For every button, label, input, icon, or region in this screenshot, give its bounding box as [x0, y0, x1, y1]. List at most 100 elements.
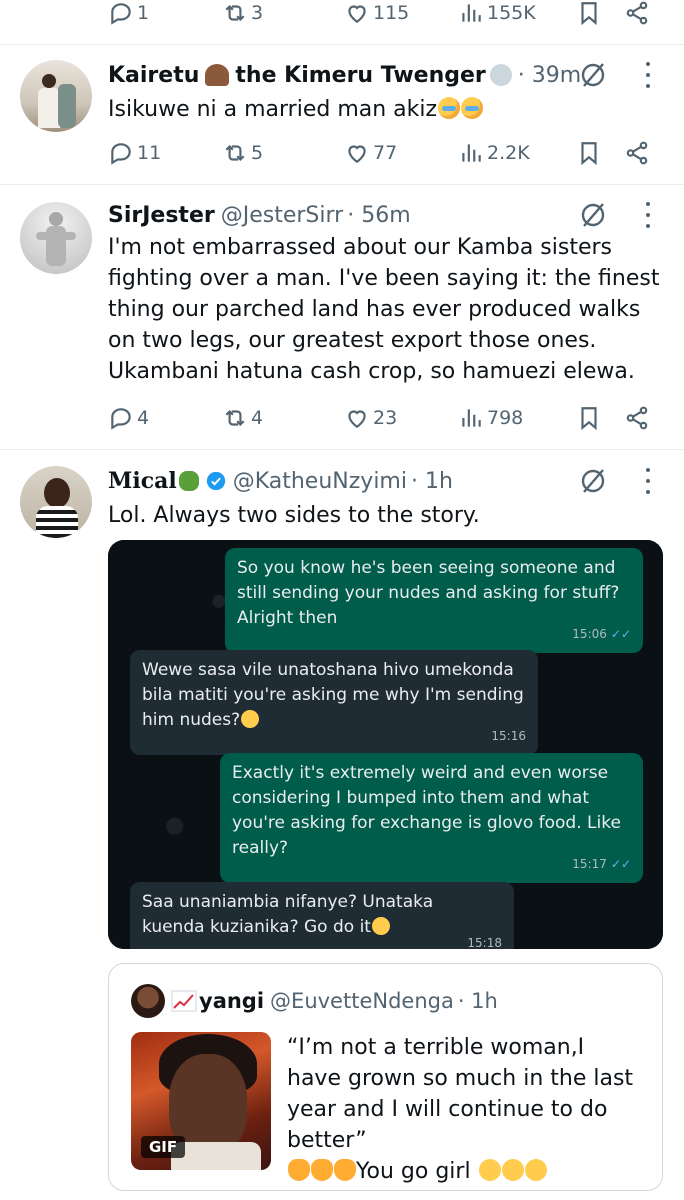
share-button[interactable] [624, 0, 650, 26]
crying-emoji-icon [438, 97, 461, 119]
top-action-bar: 1 3 115 155K [108, 0, 656, 26]
repost-button[interactable]: 5 [222, 140, 263, 166]
bookmark-icon [581, 142, 597, 166]
quoted-tweet[interactable]: yangi @EuvetteNdenga · 1h GIF “I’m not a… [108, 963, 663, 1191]
views-icon [462, 144, 481, 162]
message-text: So you know he's been seeing someone and… [237, 558, 620, 628]
tweet-text: I'm not embarrassed about our Kamba sist… [108, 235, 660, 384]
repost-count: 5 [251, 142, 264, 164]
divider [0, 184, 684, 185]
party-face-emoji-icon [478, 1159, 501, 1181]
tweet-text-content: Isikuwe ni a married man akiz [108, 97, 438, 122]
like-count: 77 [373, 142, 398, 164]
repost-icon [225, 409, 245, 427]
chart-increasing-icon [171, 990, 197, 1012]
bookmark-button[interactable] [576, 140, 602, 166]
reply-count: 11 [137, 142, 162, 164]
more-options-icon[interactable] [644, 62, 652, 88]
clapping-hands-emoji-icon [311, 1159, 333, 1181]
reply-button[interactable]: 11 [108, 140, 161, 166]
bookmark-icon [581, 407, 597, 431]
views-count: 798 [487, 407, 524, 429]
like-button[interactable]: 115 [344, 0, 409, 26]
display-name[interactable]: Mical [108, 468, 177, 494]
repost-button[interactable]: 4 [222, 405, 263, 431]
bookmark-icon [581, 2, 597, 26]
message-time: 15:16 [491, 729, 526, 743]
clapping-hands-emoji-icon [334, 1159, 356, 1181]
chat-screenshot-image[interactable]: So you know he's been seeing someone and… [108, 540, 663, 949]
like-count: 23 [373, 407, 398, 429]
quote-header: yangi @EuvetteNdenga · 1h [171, 984, 498, 1018]
views-button[interactable]: 798 [458, 405, 523, 431]
views-button[interactable]: 2.2K [458, 140, 530, 166]
views-button[interactable]: 155K [458, 0, 536, 26]
chat-message-incoming: Wewe sasa vile unatoshana hivo umekonda … [130, 650, 538, 755]
avatar[interactable] [20, 60, 92, 132]
quote-user-handle[interactable]: @EuvetteNdenga [270, 989, 454, 1013]
divider [0, 44, 684, 45]
views-icon [462, 409, 481, 427]
gif-badge: GIF [141, 1136, 186, 1158]
views-count: 155K [487, 2, 536, 24]
repost-count: 4 [251, 407, 264, 429]
chat-message-outgoing: So you know he's been seeing someone and… [225, 548, 643, 653]
quote-text-tail: You go girl [356, 1159, 471, 1184]
heart-icon [348, 410, 366, 428]
user-handle[interactable]: @JesterSirr [221, 203, 343, 228]
reply-icon [111, 143, 131, 165]
quote-display-name[interactable]: yangi [199, 989, 264, 1013]
tweet-text: Lol. Always two sides to the story. [108, 503, 480, 528]
skull-emoji-icon [489, 64, 512, 86]
message-time-text: 15:17 [572, 857, 607, 871]
reply-button[interactable]: 1 [108, 0, 149, 26]
chat-message-incoming: Saa unaniambia nifanye? Unataka kuenda k… [130, 882, 514, 949]
display-name[interactable]: Kairetu [108, 63, 199, 88]
tweet-time[interactable]: · 56m [347, 203, 410, 228]
tweet-actions: 4 4 23 798 [108, 405, 656, 431]
read-ticks-icon: ✓✓ [610, 627, 631, 641]
crying-emoji-icon [461, 97, 484, 119]
tweet-time[interactable]: · 39m [518, 63, 581, 88]
quote-text: “I’m not a terrible woman,I have grown s… [287, 1032, 644, 1187]
grok-icon[interactable] [578, 466, 608, 496]
quote-avatar[interactable] [131, 984, 165, 1018]
share-button[interactable] [624, 405, 650, 431]
grok-icon[interactable] [578, 200, 608, 230]
laughing-emoji-icon [371, 917, 390, 935]
like-button[interactable]: 77 [344, 140, 397, 166]
message-time-text: 15:06 [572, 627, 607, 641]
verified-badge-icon [206, 471, 225, 491]
heart-icon [348, 145, 366, 163]
grok-icon[interactable] [578, 60, 608, 90]
avatar[interactable] [20, 202, 92, 274]
message-text: Exactly it's extremely weird and even wo… [232, 763, 621, 858]
share-button[interactable] [624, 140, 650, 166]
repost-button[interactable]: 3 [222, 0, 263, 26]
views-icon [462, 4, 481, 22]
display-name[interactable]: SirJester [108, 203, 215, 228]
display-name-suffix[interactable]: the Kimeru Twenger [235, 63, 485, 88]
avatar[interactable] [20, 466, 92, 538]
like-button[interactable]: 23 [344, 405, 397, 431]
message-time: 15:06 ✓✓ [572, 622, 631, 647]
bookmark-button[interactable] [576, 405, 602, 431]
user-handle[interactable]: @KatheuNzyimi [233, 469, 407, 494]
reply-count: 4 [137, 407, 150, 429]
more-options-icon[interactable] [644, 202, 652, 228]
like-count: 115 [373, 2, 410, 24]
party-face-emoji-icon [501, 1159, 524, 1181]
bookmark-button[interactable] [576, 0, 602, 26]
heart-icon [348, 5, 366, 23]
share-icon [626, 406, 648, 430]
quote-gif-media[interactable]: GIF [131, 1032, 271, 1170]
share-icon [626, 141, 648, 165]
dragon-emoji-icon [178, 471, 199, 491]
more-options-icon[interactable] [644, 468, 652, 494]
share-icon [626, 1, 648, 25]
tweet-time[interactable]: · 1h [411, 469, 453, 494]
reply-button[interactable]: 4 [108, 405, 149, 431]
quote-text-content: “I’m not a terrible woman,I have grown s… [287, 1035, 634, 1153]
clapping-hands-emoji-icon [288, 1159, 310, 1181]
quote-time[interactable]: · 1h [458, 989, 498, 1013]
